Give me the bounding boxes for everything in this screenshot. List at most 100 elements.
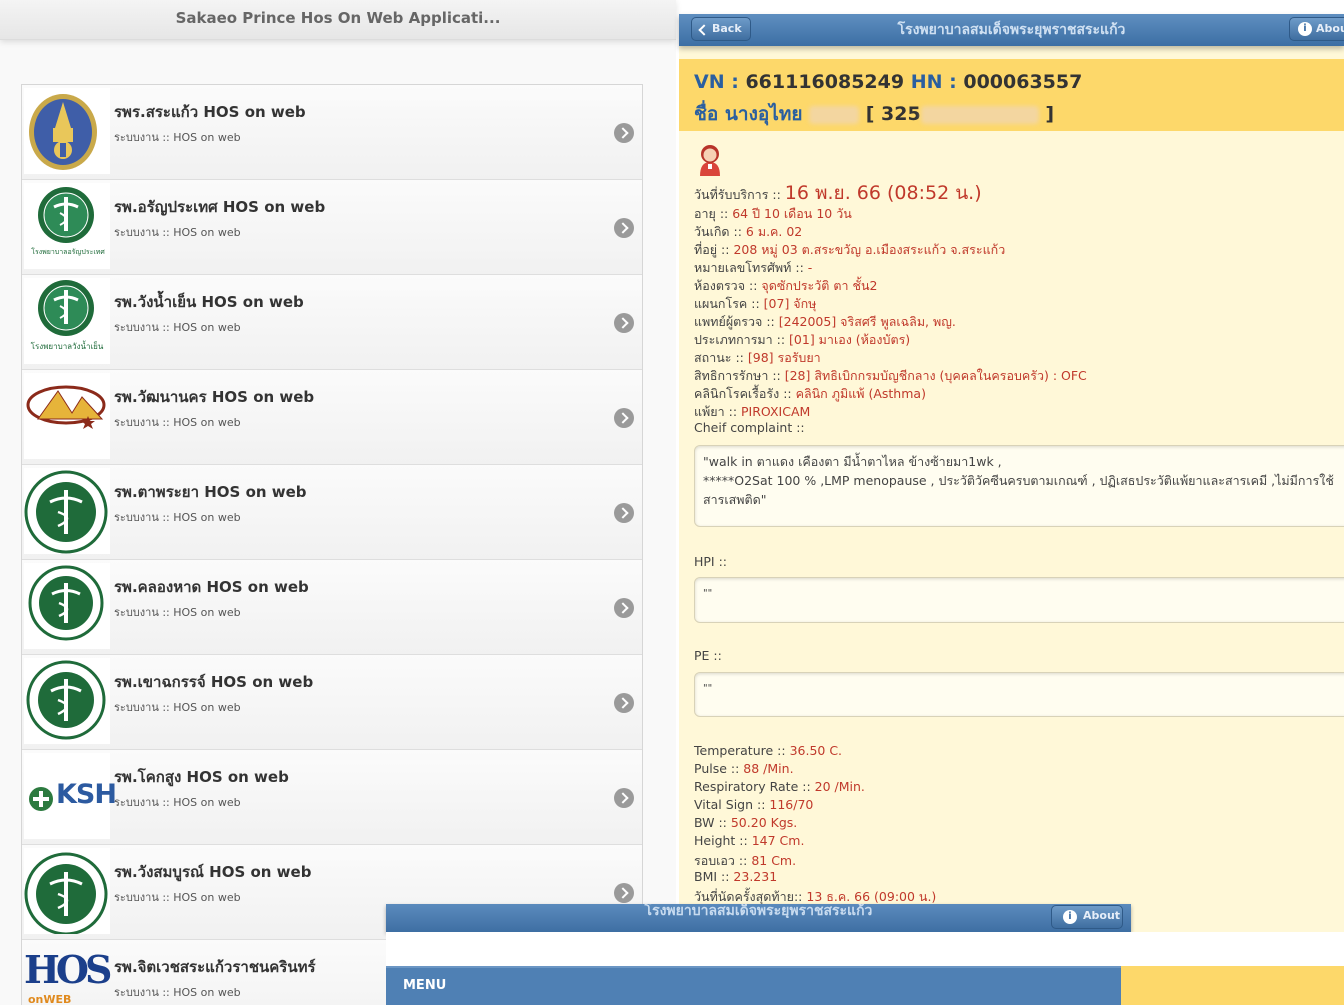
- hospital-subtitle: ระบบงาน :: HOS on web: [114, 131, 241, 144]
- vital-blood-pressure: Vital Sign :: 116/70: [694, 797, 813, 812]
- chevron-right-icon: [614, 693, 634, 713]
- vital-value: 147 Cm.: [751, 833, 805, 848]
- about-label: About: [1083, 909, 1121, 922]
- hospital-subtitle: ระบบงาน :: HOS on web: [114, 796, 241, 809]
- detail-label: แพ้ยา ::: [694, 404, 742, 419]
- royal-seal-logo: [24, 88, 110, 174]
- chevron-right-icon: [614, 408, 634, 428]
- hospital-subtitle: ระบบงาน :: HOS on web: [114, 606, 241, 619]
- detail-value: [07] จักษุ: [763, 296, 817, 311]
- detail-rights: สิทธิการรักษา :: [28] สิทธิเบิกกรมบัญชีก…: [694, 366, 1087, 386]
- hospital-item-sakaeo[interactable]: รพร.สระแก้ว HOS on web ระบบงาน :: HOS on…: [22, 85, 642, 180]
- pe-label: PE ::: [694, 648, 722, 663]
- detail-value: PIROXICAM: [741, 404, 811, 419]
- detail-label: Cheif complaint ::: [694, 420, 805, 435]
- hospital-item-wangnamyen[interactable]: โรงพยาบาลวังน้ำเย็น รพ.วังน้ำเย็น HOS on…: [22, 275, 642, 370]
- back-label: Back: [712, 22, 742, 35]
- hospital-title: รพ.เขาฉกรรจ์ HOS on web: [114, 673, 314, 691]
- vital-label: Temperature ::: [694, 743, 790, 758]
- hn-label: HN :: [904, 71, 964, 93]
- hospital-item-khaochakan[interactable]: รพ.เขาฉกรรจ์ HOS on web ระบบงาน :: HOS o…: [22, 655, 642, 750]
- moph-logo: โรงพยาบาลวังน้ำเย็น: [24, 278, 110, 364]
- hospital-header-title: โรงพยาบาลสมเด็จพระยุพราชสระแก้ว: [897, 22, 1126, 38]
- hos-logo-subtext: onWEB: [28, 993, 72, 1005]
- hpi-textarea[interactable]: "": [694, 577, 1344, 623]
- logo-caption: โรงพยาบาลวังน้ำเย็น: [30, 342, 104, 351]
- hospital-subtitle: ระบบงาน :: HOS on web: [114, 511, 241, 524]
- hospital-title: รพ.จิตเวชสระแก้วราชนครินทร์: [114, 958, 316, 976]
- chevron-right-icon: [614, 313, 634, 333]
- menu-screen-overlay: โรงพยาบาลสมเด็จพระยุพราชสระแก้ว i About …: [386, 904, 1344, 1005]
- vital-temperature: Temperature :: 36.50 C.: [694, 743, 842, 758]
- info-icon: i: [1298, 22, 1312, 36]
- vital-respiratory-rate: Respiratory Rate :: 20 /Min.: [694, 779, 865, 794]
- name-label: ชื่อ: [694, 103, 725, 125]
- hospital-subtitle: ระบบงาน :: HOS on web: [114, 891, 241, 904]
- detail-value: 64 ปี 10 เดือน 10 วัน: [732, 206, 852, 221]
- vital-pulse: Pulse :: 88 /Min.: [694, 761, 794, 776]
- detail-label: แผนกโรค ::: [694, 296, 764, 311]
- hospital-title: รพ.คลองหาด HOS on web: [114, 578, 309, 596]
- back-button[interactable]: Back: [691, 17, 751, 41]
- menu-screen-header: โรงพยาบาลสมเด็จพระยุพราชสระแก้ว i About: [386, 904, 1131, 932]
- moph-round-logo: [24, 563, 110, 649]
- patient-name-line: ชื่อ นางอุไทย [ 325 ]: [694, 99, 1054, 129]
- hos-logo: HOS onWEB: [24, 943, 112, 1005]
- pe-textarea[interactable]: "": [694, 672, 1344, 717]
- detail-label: คลินิกโรคเรื้อรัง ::: [694, 386, 796, 401]
- vital-body-weight: BW :: 50.20 Kgs.: [694, 815, 797, 830]
- hospital-item-khoksung[interactable]: KSH รพ.โคกสูง HOS on web ระบบงาน :: HOS …: [22, 750, 642, 845]
- patient-id-band: VN : 661116085249 HN : 000063557 ชื่อ นา…: [679, 59, 1344, 131]
- detail-chief-complaint-label: Cheif complaint ::: [694, 420, 805, 435]
- hospital-title: รพ.ตาพระยา HOS on web: [114, 483, 307, 501]
- visit-date-value: 16 พ.ย. 66 (08:52 น.): [784, 182, 982, 204]
- detail-doctor: แพทย์ผู้ตรวจ :: [242005] จริสศรี พูลเฉลิ…: [694, 312, 956, 332]
- cid-suffix: ]: [1038, 103, 1055, 125]
- moph-round-logo: [24, 658, 110, 744]
- redacted-surname: [809, 105, 860, 124]
- ksh-logo-text: KSH: [56, 779, 117, 810]
- detail-label: สถานะ ::: [694, 350, 748, 365]
- vital-value: 23.231: [733, 869, 778, 884]
- hospital-item-watthananakhon[interactable]: รพ.วัฒนานคร HOS on web ระบบงาน :: HOS on…: [22, 370, 642, 465]
- vital-label: Respiratory Rate ::: [694, 779, 815, 794]
- detail-status: สถานะ :: [98] รอรับยา: [694, 348, 821, 368]
- patient-detail-panel: Back โรงพยาบาลสมเด็จพระยุพราชสระแก้ว i A…: [679, 14, 1344, 1004]
- hpi-label: HPI ::: [694, 554, 728, 569]
- hospital-title: รพร.สระแก้ว HOS on web: [114, 103, 306, 121]
- vn-label: VN :: [694, 71, 746, 93]
- hospital-list: รพร.สระแก้ว HOS on web ระบบงาน :: HOS on…: [21, 84, 643, 1005]
- hos-logo-text: HOS: [24, 947, 112, 992]
- about-button[interactable]: i About: [1289, 17, 1344, 41]
- detail-exam-room: ห้องตรวจ :: จุดซักประวัติ ตา ชั้น2: [694, 276, 877, 296]
- hospital-item-aranyaprathet[interactable]: โรงพยาบาลอรัญประเทศ รพ.อรัญประเทศ HOS on…: [22, 180, 642, 275]
- detail-chronic-clinic: คลินิกโรคเรื้อรัง :: คลินิก ภูมิแพ้ (Ast…: [694, 384, 926, 404]
- moph-logo: โรงพยาบาลอรัญประเทศ: [24, 183, 110, 269]
- hospital-item-khlonghat[interactable]: รพ.คลองหาด HOS on web ระบบงาน :: HOS on …: [22, 560, 642, 655]
- chevron-right-icon: [614, 788, 634, 808]
- about-button[interactable]: i About: [1051, 905, 1123, 929]
- detail-label: ห้องตรวจ ::: [694, 278, 762, 293]
- ksh-logo: KSH: [24, 753, 117, 839]
- chevron-right-icon: [614, 598, 634, 618]
- detail-address: ที่อยู่ :: 208 หมู่ 03 ต.สระขวัญ อ.เมือง…: [694, 240, 1005, 260]
- chevron-right-icon: [614, 123, 634, 143]
- vital-value: 81 Cm.: [751, 853, 797, 868]
- patient-avatar-icon: [697, 142, 723, 178]
- detail-label: ที่อยู่ ::: [694, 242, 734, 257]
- detail-value: -: [807, 260, 813, 275]
- vital-label: วันที่นัดครั้งสุดท้าย::: [694, 889, 807, 904]
- mountain-logo: [24, 373, 110, 459]
- chevron-right-icon: [614, 218, 634, 238]
- chief-complaint-textarea[interactable]: "walk in ตาแดง เคืองตา มีน้ำตาไหล ข้างซ้…: [694, 445, 1344, 527]
- vn-hn-line: VN : 661116085249 HN : 000063557: [694, 71, 1082, 93]
- vital-label: Pulse ::: [694, 761, 744, 776]
- detail-age: อายุ :: 64 ปี 10 เดือน 10 วัน: [694, 204, 852, 224]
- detail-label: หมายเลขโทรศัพท์ ::: [694, 260, 808, 275]
- hospital-item-taphraya[interactable]: รพ.ตาพระยา HOS on web ระบบงาน :: HOS on …: [22, 465, 642, 560]
- menu-bar[interactable]: MENU: [386, 966, 1121, 1005]
- hospital-title: รพ.อรัญประเทศ HOS on web: [114, 198, 326, 216]
- vital-label: รอบเอว ::: [694, 853, 752, 868]
- top-toolbar: Back โรงพยาบาลสมเด็จพระยุพราชสระแก้ว i A…: [679, 14, 1344, 46]
- detail-drug-allergy: แพ้ยา :: PIROXICAM: [694, 402, 810, 422]
